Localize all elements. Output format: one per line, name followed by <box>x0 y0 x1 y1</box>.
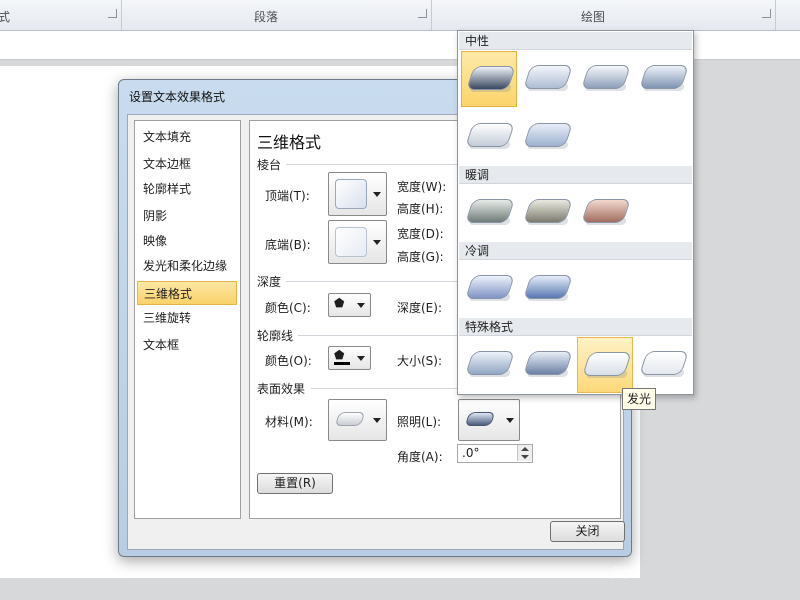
bevel-top-width-label: 宽度(W): <box>397 180 447 194</box>
bevel-bottom-preview-icon <box>335 227 367 257</box>
nav-item-3d-format[interactable]: 三维格式 <box>137 281 237 305</box>
chevron-down-icon <box>373 418 381 423</box>
nav-item-outline-style[interactable]: 轮廓样式 <box>137 177 237 201</box>
lighting-option-tile[interactable] <box>461 51 517 107</box>
depth-color-label: 颜色(C): <box>265 301 311 315</box>
bevel-top-dropdown[interactable] <box>328 172 387 216</box>
ribbon-separator <box>431 0 432 30</box>
watermark-logo: jiliy <box>612 565 633 579</box>
reset-button[interactable]: 重置(R) <box>257 473 333 494</box>
bevel-section-title: 棱台 <box>257 158 282 172</box>
lighting-option-tile[interactable] <box>519 261 575 317</box>
ribbon-separator <box>121 0 122 30</box>
ribbon-group-label-font: 式 <box>0 10 11 24</box>
nav-item-text-outline[interactable]: 文本边框 <box>137 152 237 176</box>
material-label: 材料(M): <box>265 415 313 429</box>
contour-color-dropdown[interactable]: ⬟ <box>328 346 371 370</box>
paragraph-dialog-launcher-icon[interactable]: x <box>418 9 427 18</box>
contour-section-title: 轮廓线 <box>257 329 294 343</box>
gallery-category-cool: 冷调 <box>459 242 692 260</box>
spin-up-icon[interactable] <box>517 445 532 453</box>
contour-size-label: 大小(S): <box>397 354 443 368</box>
panel-title: 三维格式 <box>257 133 322 152</box>
bevel-bottom-height-label: 高度(G): <box>397 250 444 264</box>
lighting-option-tile[interactable] <box>461 261 517 317</box>
ribbon-group-label-drawing: 绘图 <box>581 10 606 24</box>
depth-color-dropdown[interactable]: ⬟ <box>328 293 371 317</box>
lighting-preview-icon <box>464 412 496 426</box>
nav-item-text-fill[interactable]: 文本填充 <box>137 125 237 149</box>
bevel-top-label: 顶端(T): <box>265 189 310 203</box>
material-preview-icon <box>334 412 366 426</box>
lighting-option-tile[interactable] <box>635 337 691 393</box>
category-list: 文本填充 文本边框 轮廓样式 阴影 映像 发光和柔化边缘 三维格式 三维旋转 文… <box>134 120 241 519</box>
nav-item-text-box[interactable]: 文本框 <box>137 333 237 357</box>
nav-item-shadow[interactable]: 阴影 <box>137 204 237 228</box>
lighting-option-tile[interactable] <box>519 337 575 393</box>
material-dropdown[interactable] <box>328 399 387 441</box>
depth-section-title: 深度 <box>257 275 282 289</box>
spin-down-icon[interactable] <box>517 453 532 461</box>
drawing-dialog-launcher-icon[interactable]: x <box>762 9 771 18</box>
ribbon-group-bar: 式 x 段落 x 绘图 x <box>0 0 800 31</box>
lighting-option-tile[interactable] <box>577 337 633 393</box>
lighting-gallery: 中性 暖调 冷调 特殊格式 <box>457 30 694 395</box>
lighting-option-tile[interactable] <box>635 51 691 107</box>
surface-section-title: 表面效果 <box>257 382 306 396</box>
paint-bucket-icon: ⬟ <box>334 348 345 362</box>
angle-value: .0° <box>462 446 480 460</box>
gallery-category-special: 特殊格式 <box>459 318 692 336</box>
bevel-bottom-dropdown[interactable] <box>328 220 387 264</box>
close-button[interactable]: 关闭 <box>550 521 625 542</box>
bevel-bottom-width-label: 宽度(D): <box>397 227 444 241</box>
font-dialog-launcher-icon[interactable]: x <box>108 9 117 18</box>
lighting-tooltip: 发光 <box>622 388 657 410</box>
contour-color-label: 颜色(O): <box>265 354 312 368</box>
bevel-top-preview-icon <box>335 179 367 209</box>
color-bar <box>334 362 350 365</box>
lighting-option-tile[interactable] <box>577 51 633 107</box>
lighting-option-tile[interactable] <box>519 51 575 107</box>
angle-spinner[interactable]: .0° <box>457 444 533 463</box>
chevron-down-icon <box>357 303 365 308</box>
lighting-option-tile[interactable] <box>461 337 517 393</box>
gallery-category-neutral: 中性 <box>459 32 692 50</box>
lighting-option-tile[interactable] <box>577 185 633 241</box>
lighting-option-tile[interactable] <box>519 185 575 241</box>
chevron-down-icon <box>506 418 514 423</box>
gallery-category-warm: 暖调 <box>459 166 692 184</box>
ribbon-separator <box>775 0 776 30</box>
angle-label: 角度(A): <box>397 450 443 464</box>
chevron-down-icon <box>373 192 381 197</box>
bevel-bottom-label: 底端(B): <box>265 238 311 252</box>
depth-size-label: 深度(E): <box>397 301 442 315</box>
nav-item-glow-soft-edges[interactable]: 发光和柔化边缘 <box>137 254 237 278</box>
lighting-label: 照明(L): <box>397 415 442 429</box>
paint-bucket-icon: ⬟ <box>334 296 345 310</box>
lighting-option-tile[interactable] <box>461 109 517 165</box>
ribbon-group-label-paragraph: 段落 <box>254 10 279 24</box>
lighting-option-tile[interactable] <box>519 109 575 165</box>
nav-item-reflection[interactable]: 映像 <box>137 229 237 253</box>
chevron-down-icon <box>357 356 365 361</box>
bevel-top-height-label: 高度(H): <box>397 202 444 216</box>
lighting-dropdown[interactable] <box>458 399 520 441</box>
chevron-down-icon <box>373 240 381 245</box>
nav-item-3d-rotation[interactable]: 三维旋转 <box>137 306 237 330</box>
lighting-option-tile[interactable] <box>461 185 517 241</box>
dialog-title: 设置文本效果格式 <box>129 90 226 104</box>
